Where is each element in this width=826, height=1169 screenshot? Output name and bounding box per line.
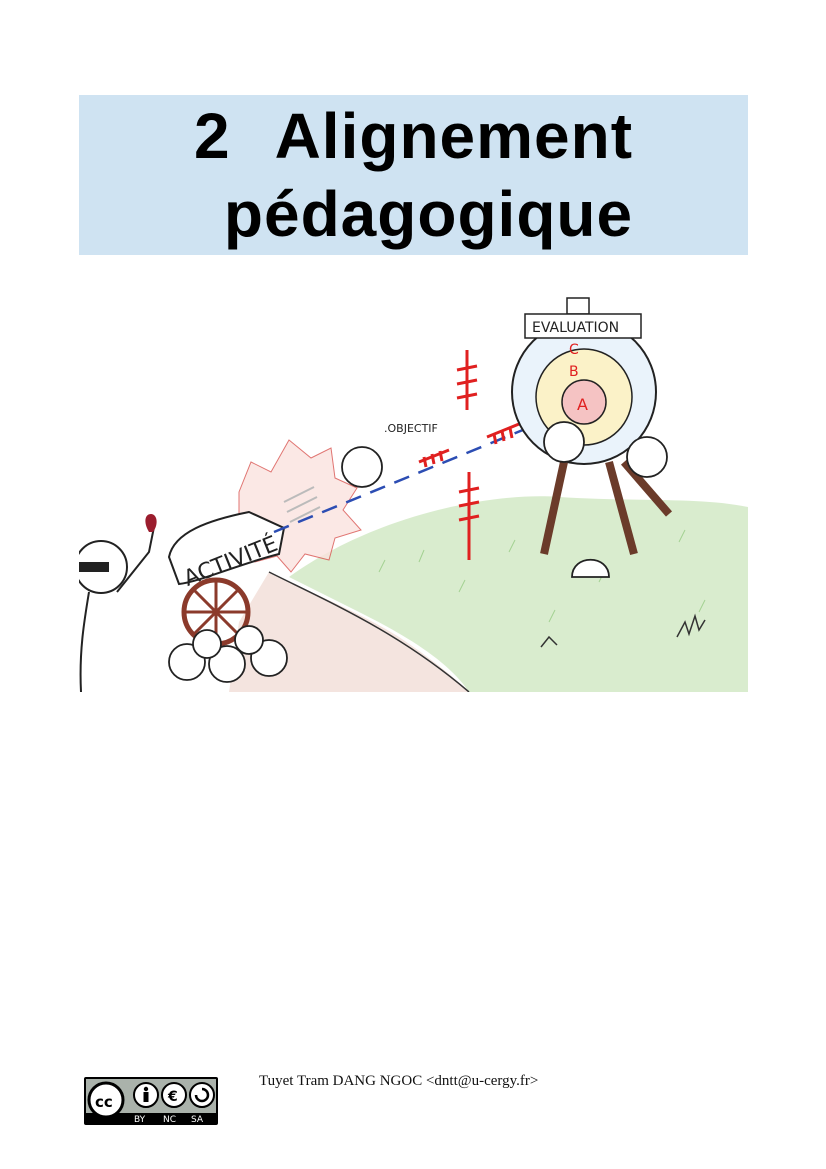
cc-by-nc-sa-license-icon: cc € BY NC SA xyxy=(84,1077,218,1125)
chapter-title: 2 Alignement pédagogique xyxy=(194,97,633,253)
ring-b-label: B xyxy=(569,364,579,380)
author-credit: Tuyet Tram DANG NGOC <dntt@u-cergy.fr> xyxy=(259,1073,539,1089)
chapter-title-banner: 2 Alignement pédagogique xyxy=(79,95,748,255)
ring-a-label: A xyxy=(577,395,588,414)
evaluation-sign-label: EVALUATION xyxy=(532,320,619,336)
cc-badge-text: cc xyxy=(95,1093,113,1111)
ring-c-label: C xyxy=(569,342,579,358)
chapter-title-line2: pédagogique xyxy=(223,178,634,250)
license-sa-label: SA xyxy=(191,1115,204,1125)
objective-label: .OBJECTIF xyxy=(384,422,438,435)
svg-text:€: € xyxy=(167,1089,178,1105)
pedagogical-alignment-illustration: ACTIVITÉ .OBJECTIF A B C EVALUATION xyxy=(79,297,748,692)
license-by-label: BY xyxy=(134,1115,146,1125)
chapter-title-line1: Alignement xyxy=(274,100,634,172)
license-nc-label: NC xyxy=(163,1115,176,1125)
chapter-number: 2 xyxy=(193,100,231,172)
